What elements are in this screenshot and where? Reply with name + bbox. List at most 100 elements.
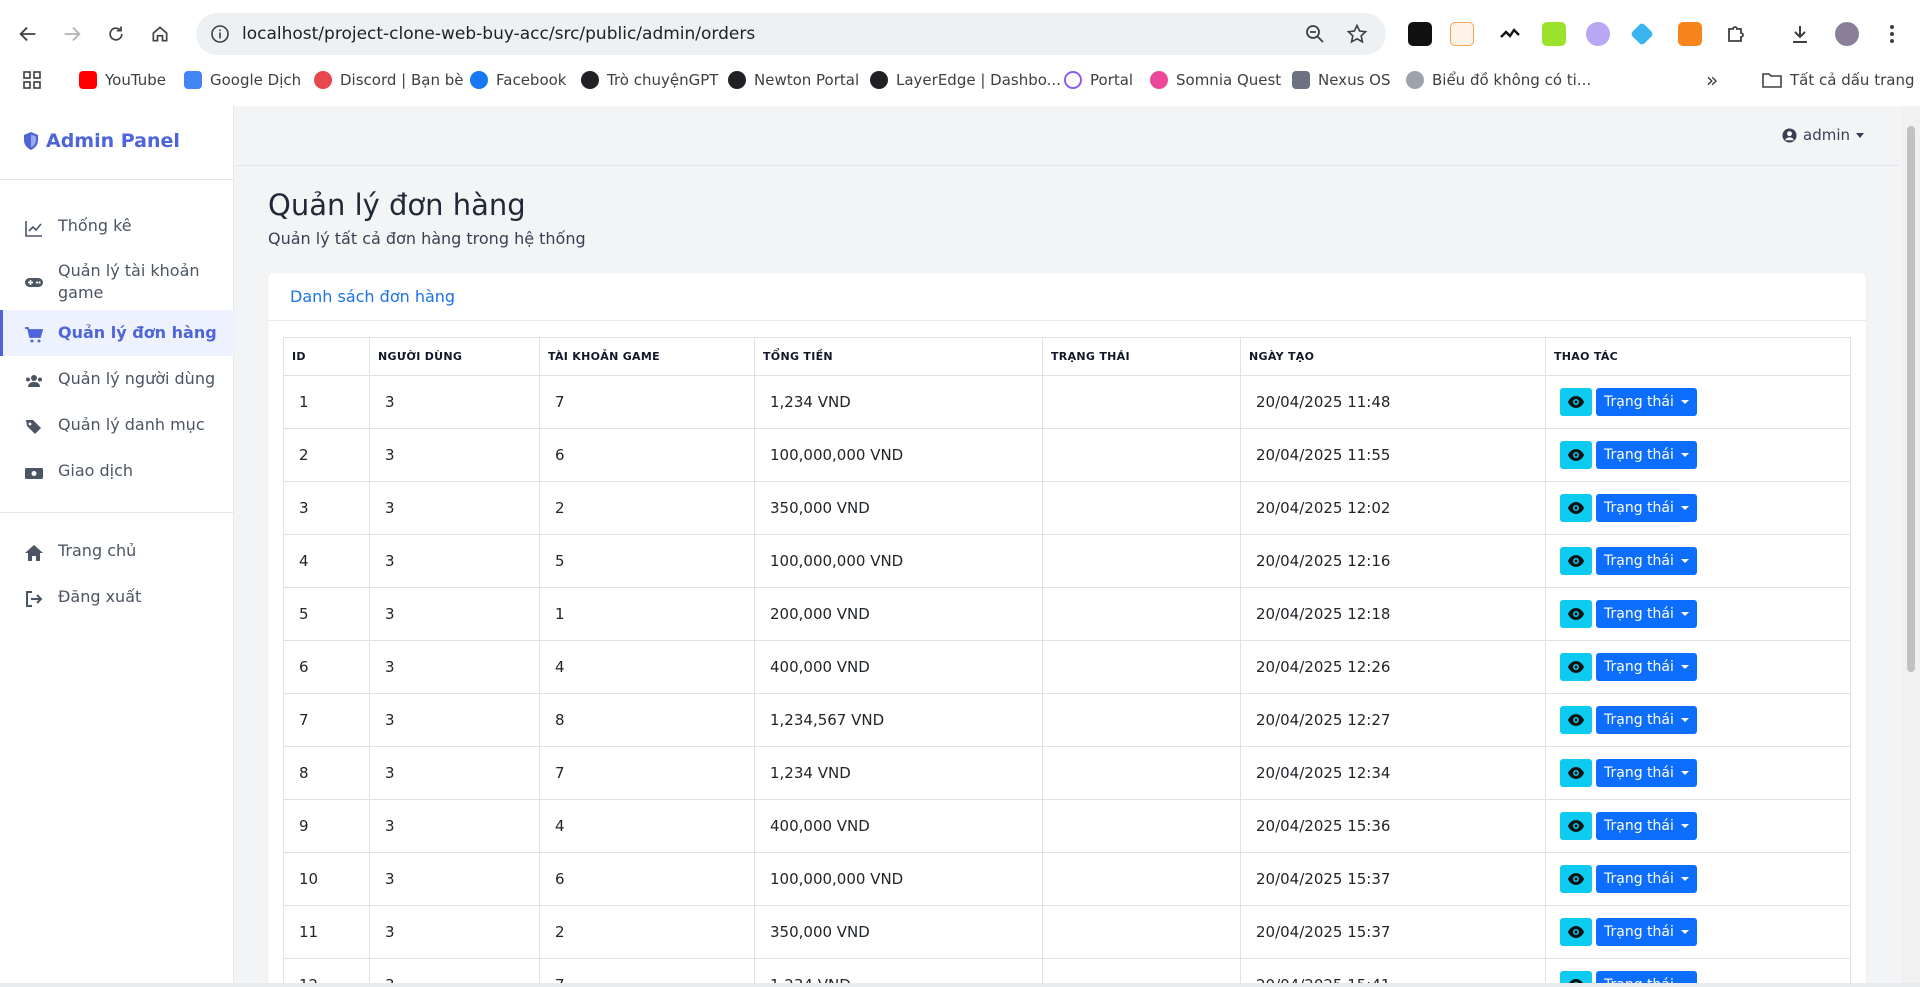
caret-down-icon [1680, 718, 1689, 722]
cell-user: 3 [369, 852, 540, 906]
extension-icon[interactable] [1498, 22, 1522, 46]
sidebar-item-tai-khoan-game[interactable]: Quản lý tài khoản game [0, 252, 234, 312]
chatgpt-icon [581, 71, 599, 89]
cell-actions: Trạng thái [1545, 481, 1851, 535]
status-dropdown-button[interactable]: Trạng thái [1596, 653, 1697, 681]
eye-icon [1568, 714, 1584, 726]
column-header-game-account[interactable]: TÀI KHOẢN GAME [539, 337, 755, 376]
eye-icon [1568, 608, 1584, 620]
column-header-created[interactable]: NGÀY TẠO [1240, 337, 1546, 376]
orders-table: ID NGƯỜI DÙNG TÀI KHOẢN GAME TỔNG TIỀN T… [283, 337, 1851, 987]
scrollbar-thumb[interactable] [1907, 126, 1915, 672]
home-icon[interactable] [144, 18, 176, 50]
cell-total: 100,000,000 VND [754, 428, 1043, 482]
column-header-actions: THAO TÁC [1545, 337, 1851, 376]
status-dropdown-button[interactable]: Trạng thái [1596, 706, 1697, 734]
brand-logo[interactable]: Admin Panel [22, 130, 180, 152]
bookmark-google-dich[interactable]: Google Dịch [184, 68, 301, 92]
cell-created: 20/04/2025 15:37 [1240, 905, 1546, 959]
cell-actions: Trạng thái [1545, 799, 1851, 853]
status-dropdown-button[interactable]: Trạng thái [1596, 494, 1697, 522]
cell-id: 3 [283, 481, 370, 535]
status-dropdown-button[interactable]: Trạng thái [1596, 441, 1697, 469]
more-bookmarks-icon[interactable]: » [1706, 68, 1718, 92]
extensions-puzzle-icon[interactable] [1724, 22, 1748, 46]
address-bar[interactable]: localhost/project-clone-web-buy-acc/src/… [196, 13, 1386, 55]
sidebar-item-danh-muc[interactable]: Quản lý danh mục [0, 402, 234, 448]
sidebar-item-don-hang[interactable]: Quản lý đơn hàng [0, 310, 234, 356]
back-icon[interactable] [12, 18, 44, 50]
column-header-user[interactable]: NGƯỜI DÙNG [369, 337, 540, 376]
cell-id: 6 [283, 640, 370, 694]
column-header-total[interactable]: TỔNG TIỀN [754, 337, 1043, 376]
sidebar-item-trang-chu[interactable]: Trang chủ [0, 528, 234, 574]
view-order-button[interactable] [1560, 494, 1592, 522]
discord-icon [314, 71, 332, 89]
status-dropdown-button[interactable]: Trạng thái [1596, 918, 1697, 946]
bookmark-discord[interactable]: Discord | Bạn bè [314, 68, 463, 92]
profile-avatar[interactable] [1835, 22, 1859, 46]
sidebar-item-dang-xuat[interactable]: Đăng xuất [0, 574, 234, 620]
forward-icon[interactable] [56, 18, 88, 50]
cell-total: 1,234 VND [754, 746, 1043, 800]
extension-icon[interactable] [1630, 22, 1654, 46]
all-bookmarks-folder[interactable]: Tất cả dấu trang [1762, 68, 1914, 92]
newton-icon [728, 71, 746, 89]
column-header-id[interactable]: ID [283, 337, 370, 376]
user-menu[interactable]: admin [1782, 126, 1864, 144]
cell-game-account: 6 [539, 428, 755, 482]
status-dropdown-button[interactable]: Trạng thái [1596, 759, 1697, 787]
table-row: 3 3 2 350,000 VND 20/04/2025 12:02 Trạng thái [283, 481, 1851, 535]
view-order-button[interactable] [1560, 918, 1592, 946]
kebab-menu-icon[interactable] [1880, 22, 1904, 46]
view-order-button[interactable] [1560, 547, 1592, 575]
cell-id: 1 [283, 375, 370, 429]
apps-grid-icon[interactable] [22, 68, 42, 92]
cart-icon [25, 327, 44, 343]
view-order-button[interactable] [1560, 759, 1592, 787]
users-icon [26, 375, 42, 387]
bookmark-star-icon[interactable] [1346, 23, 1368, 45]
metamask-icon[interactable] [1678, 22, 1702, 46]
status-dropdown-button[interactable]: Trạng thái [1596, 812, 1697, 840]
bookmark-nexus[interactable]: Nexus OS [1292, 68, 1390, 92]
extension-icon[interactable] [1586, 22, 1610, 46]
reload-icon[interactable] [100, 18, 132, 50]
view-order-button[interactable] [1560, 865, 1592, 893]
view-order-button[interactable] [1560, 441, 1592, 469]
bookmark-somnia[interactable]: Somnia Quest [1150, 68, 1281, 92]
zoom-icon[interactable] [1304, 23, 1326, 45]
extension-icon[interactable] [1450, 22, 1474, 46]
site-info-icon[interactable] [210, 24, 230, 44]
bookmark-newton-portal[interactable]: Newton Portal [728, 68, 859, 92]
bookmark-portal[interactable]: Portal [1064, 68, 1133, 92]
cell-game-account: 4 [539, 640, 755, 694]
bookmark-youtube[interactable]: YouTube [79, 68, 166, 92]
view-order-button[interactable] [1560, 600, 1592, 628]
sidebar-item-thong-ke[interactable]: Thống kê [0, 206, 234, 246]
page-scrollbar[interactable] [1902, 106, 1920, 987]
bookmark-chatgpt[interactable]: Trò chuyệnGPT [581, 68, 718, 92]
cell-total: 100,000,000 VND [754, 534, 1043, 588]
cell-created: 20/04/2025 12:02 [1240, 481, 1546, 535]
bookmark-facebook[interactable]: Facebook [470, 68, 566, 92]
url-text: localhost/project-clone-web-buy-acc/src/… [242, 24, 756, 44]
bookmark-layeredge[interactable]: LayerEdge | Dashbo... [870, 68, 1061, 92]
status-dropdown-button[interactable]: Trạng thái [1596, 388, 1697, 416]
bookmark-bieu-do[interactable]: Biểu đồ không có ti... [1406, 68, 1591, 92]
view-order-button[interactable] [1560, 653, 1592, 681]
view-order-button[interactable] [1560, 388, 1592, 416]
status-dropdown-button[interactable]: Trạng thái [1596, 547, 1697, 575]
cell-total: 350,000 VND [754, 905, 1043, 959]
extension-icon[interactable] [1408, 22, 1432, 46]
sidebar-item-nguoi-dung[interactable]: Quản lý người dùng [0, 356, 234, 402]
sidebar-item-giao-dich[interactable]: Giao dịch [0, 448, 234, 494]
column-header-status[interactable]: TRẠNG THÁI [1042, 337, 1241, 376]
status-dropdown-button[interactable]: Trạng thái [1596, 600, 1697, 628]
download-icon[interactable] [1788, 22, 1812, 46]
extension-icon[interactable] [1542, 22, 1566, 46]
status-dropdown-button[interactable]: Trạng thái [1596, 865, 1697, 893]
view-order-button[interactable] [1560, 812, 1592, 840]
view-order-button[interactable] [1560, 706, 1592, 734]
cell-user: 3 [369, 534, 540, 588]
